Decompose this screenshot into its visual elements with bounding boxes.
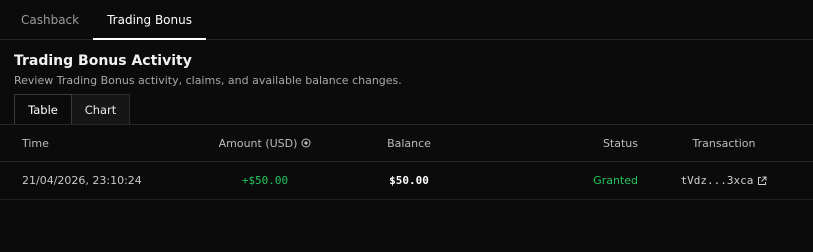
row-time: 21/04/2026, 23:10:24 — [22, 174, 142, 187]
tab-trading-bonus[interactable]: Trading Bonus — [93, 0, 206, 40]
external-link-icon[interactable] — [757, 176, 767, 186]
top-tab-bar: Cashback Trading Bonus — [0, 0, 813, 40]
status-badge: Granted — [593, 174, 638, 187]
table-header-row: Time Amount (USD) Balance Status Transac… — [0, 125, 813, 162]
header-balance: Balance — [387, 136, 431, 150]
tab-table-view[interactable]: Table — [14, 94, 72, 124]
row-amount: +$50.00 — [170, 162, 360, 199]
section-subtitle: Review Trading Bonus activity, claims, a… — [14, 74, 402, 87]
header-amount: Amount (USD) — [170, 125, 360, 161]
row-balance-value: $50.00 — [389, 174, 429, 187]
transaction-link[interactable]: tVdz...3xca — [681, 174, 768, 187]
table-row: 21/04/2026, 23:10:24 +$50.00 $50.00 Gran… — [0, 162, 813, 200]
row-status: Granted — [560, 162, 638, 199]
tab-chart-view[interactable]: Chart — [72, 94, 130, 124]
section-header: Trading Bonus Activity Review Trading Bo… — [0, 40, 813, 88]
tab-cashback[interactable]: Cashback — [7, 0, 93, 39]
transaction-hash: tVdz...3xca — [680, 174, 754, 187]
view-tab-bar: Table Chart — [0, 94, 813, 124]
header-transaction: Transaction — [692, 136, 756, 150]
section-title: Trading Bonus Activity — [14, 53, 192, 69]
row-transaction: tVdz...3xca — [670, 162, 778, 199]
header-status: Status — [602, 136, 638, 150]
info-circle-icon[interactable] — [301, 138, 311, 148]
activity-table: Time Amount (USD) Balance Status Transac… — [0, 124, 813, 200]
row-amount-value: +$50.00 — [241, 174, 289, 187]
header-time: Time — [22, 136, 49, 150]
row-balance: $50.00 — [370, 162, 448, 199]
header-amount-label: Amount (USD) — [218, 136, 298, 150]
trading-bonus-page: Cashback Trading Bonus Trading Bonus Act… — [0, 0, 813, 252]
